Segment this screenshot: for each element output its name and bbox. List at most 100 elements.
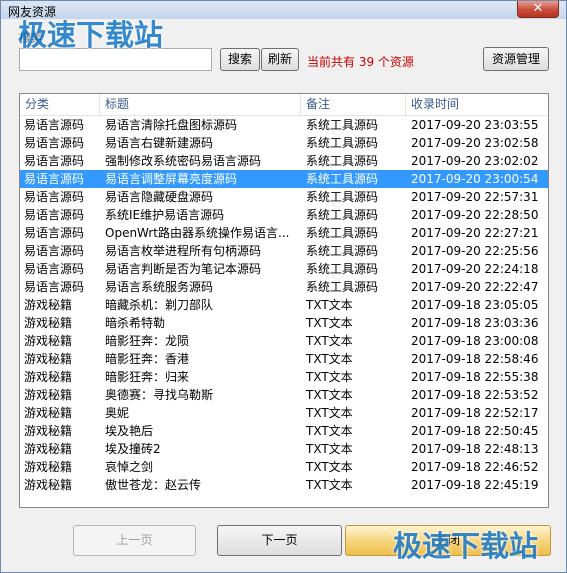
cell-time: 2017-09-20 22:22:47 (411, 280, 539, 294)
cell-category: 易语言源码 (24, 262, 85, 276)
table-row[interactable]: 游戏秘籍 埃及艳后 TXT文本 2017-09-18 22:50:45 (20, 422, 548, 440)
cell-category: 易语言源码 (24, 208, 85, 222)
cell-title: 易语言判断是否为笔记本源码 (105, 262, 262, 276)
cell-category: 游戏秘籍 (24, 316, 73, 330)
cell-category: 易语言源码 (24, 244, 85, 258)
resource-window: 网友资源 ✕ 搜索 搜索 刷新 当前共有 39 个资源 资源管理 分类 标题 备… (0, 0, 567, 573)
resource-manage-button[interactable]: 资源管理 (483, 47, 549, 71)
search-button[interactable]: 搜索 (220, 48, 260, 71)
table-row[interactable]: 游戏秘籍 暗影狂奔：龙陨 TXT文本 2017-09-18 23:00:08 (20, 332, 548, 350)
cell-time: 2017-09-18 23:03:36 (411, 316, 539, 330)
column-header-category[interactable]: 分类 (20, 94, 100, 115)
cell-title: 易语言系统服务源码 (105, 280, 214, 294)
table-row[interactable]: 易语言源码 易语言系统服务源码 系统工具源码 2017-09-20 22:22:47 (20, 278, 548, 296)
cell-category: 易语言源码 (24, 280, 85, 294)
next-page-button[interactable]: 下一页 (217, 525, 342, 556)
table-row[interactable]: 易语言源码 易语言调整屏幕亮度源码 系统工具源码 2017-09-20 23:00:5… (20, 170, 548, 188)
cell-category: 游戏秘籍 (24, 352, 73, 366)
table-row[interactable]: 易语言源码 易语言右键新建源码 系统工具源码 2017-09-20 23:02:58 (20, 134, 548, 152)
watermark-bottom: 极速下载站 (393, 529, 539, 563)
cell-note: 系统工具源码 (306, 136, 379, 150)
cell-note: TXT文本 (306, 352, 353, 366)
resource-list[interactable]: 分类 标题 备注 收录时间 易语言源码 易语言清除托盘图标源码 系统工具源码 2017… (19, 93, 549, 508)
cell-category: 游戏秘籍 (24, 388, 73, 402)
cell-note: 系统工具源码 (306, 262, 379, 276)
cell-note: 系统工具源码 (306, 208, 379, 222)
cell-title: 奥妮 (105, 406, 130, 420)
cell-title: 易语言调整屏幕亮度源码 (105, 172, 238, 186)
cell-note: TXT文本 (306, 334, 353, 348)
cell-title: 埃及撞砖2 (105, 442, 161, 456)
cell-time: 2017-09-18 22:55:38 (411, 370, 539, 384)
cell-category: 易语言源码 (24, 154, 85, 168)
cell-time: 2017-09-18 23:00:08 (411, 334, 539, 348)
cell-time: 2017-09-20 22:24:18 (411, 262, 539, 276)
cell-title: 暗藏杀机：剃刀部队 (105, 298, 214, 312)
table-row[interactable]: 游戏秘籍 暗影狂奔：归来 TXT文本 2017-09-18 22:55:38 (20, 368, 548, 386)
column-header-note[interactable]: 备注 (301, 94, 406, 115)
table-row[interactable]: 易语言源码 易语言清除托盘图标源码 系统工具源码 2017-09-20 23:03:5… (20, 116, 548, 134)
cell-category: 易语言源码 (24, 118, 85, 132)
resource-count-text: 当前共有 39 个资源 (307, 55, 414, 69)
table-row[interactable]: 易语言源码 易语言判断是否为笔记本源码 系统工具源码 2017-09-20 22:24… (20, 260, 548, 278)
cell-note: 系统工具源码 (306, 280, 379, 294)
cell-time: 2017-09-18 22:58:46 (411, 352, 539, 366)
table-row[interactable]: 易语言源码 易语言枚举进程所有句柄源码 系统工具源码 2017-09-20 22:25… (20, 242, 548, 260)
cell-time: 2017-09-20 23:02:02 (411, 154, 539, 168)
window-close-button[interactable]: ✕ (517, 1, 559, 18)
cell-note: TXT文本 (306, 298, 353, 312)
table-row[interactable]: 游戏秘籍 暗影狂奔：香港 TXT文本 2017-09-18 22:58:46 (20, 350, 548, 368)
column-header-time[interactable]: 收录时间 (406, 94, 548, 115)
cell-category: 游戏秘籍 (24, 460, 73, 474)
cell-category: 游戏秘籍 (24, 334, 73, 348)
table-row[interactable]: 游戏秘籍 暗杀希特勒 TXT文本 2017-09-18 23:03:36 (20, 314, 548, 332)
cell-title: 暗杀希特勒 (105, 316, 166, 330)
cell-time: 2017-09-18 22:52:17 (411, 406, 539, 420)
cell-title: 傲世苍龙：赵云传 (105, 478, 202, 492)
cell-title: 奥德赛：寻找乌勒斯 (105, 388, 214, 402)
table-row[interactable]: 游戏秘籍 哀悼之剑 TXT文本 2017-09-18 22:46:52 (20, 458, 548, 476)
cell-time: 2017-09-18 23:05:05 (411, 298, 539, 312)
cell-category: 易语言源码 (24, 226, 85, 240)
cell-title: 哀悼之剑 (105, 460, 154, 474)
table-row[interactable]: 游戏秘籍 埃及撞砖2 TXT文本 2017-09-18 22:48:13 (20, 440, 548, 458)
cell-time: 2017-09-20 23:03:55 (411, 118, 539, 132)
cell-note: 系统工具源码 (306, 226, 379, 240)
cell-note: 系统工具源码 (306, 118, 379, 132)
cell-category: 易语言源码 (24, 136, 85, 150)
watermark-top: 极速下载站 (18, 18, 164, 52)
cell-category: 游戏秘籍 (24, 424, 73, 438)
cell-title: 易语言隐藏硬盘源码 (105, 190, 214, 204)
cell-title: 易语言右键新建源码 (105, 136, 214, 150)
cell-category: 易语言源码 (24, 172, 85, 186)
cell-title: 易语言清除托盘图标源码 (105, 118, 238, 132)
close-icon: ✕ (532, 1, 544, 16)
prev-page-button[interactable]: 上一页 (73, 525, 196, 556)
cell-category: 易语言源码 (24, 190, 85, 204)
table-row[interactable]: 游戏秘籍 傲世苍龙：赵云传 TXT文本 2017-09-18 22:45:19 (20, 476, 548, 494)
cell-note: TXT文本 (306, 460, 353, 474)
cell-category: 游戏秘籍 (24, 478, 73, 492)
table-row[interactable]: 易语言源码 易语言隐藏硬盘源码 系统工具源码 2017-09-20 22:57:31 (20, 188, 548, 206)
cell-time: 2017-09-20 22:28:50 (411, 208, 539, 222)
table-row[interactable]: 易语言源码 强制修改系统密码易语言源码 系统工具源码 2017-09-20 23:0… (20, 152, 548, 170)
cell-category: 游戏秘籍 (24, 406, 73, 420)
table-row[interactable]: 易语言源码 系统IE维护易语言源码 系统工具源码 2017-09-20 22:28:5… (20, 206, 548, 224)
cell-time: 2017-09-20 22:57:31 (411, 190, 539, 204)
list-header: 分类 标题 备注 收录时间 (20, 94, 548, 116)
cell-title: 暗影狂奔：归来 (105, 370, 190, 384)
cell-title: 强制修改系统密码易语言源码 (105, 154, 262, 168)
table-row[interactable]: 游戏秘籍 奥德赛：寻找乌勒斯 TXT文本 2017-09-18 22:53:52 (20, 386, 548, 404)
cell-time: 2017-09-18 22:53:52 (411, 388, 539, 402)
table-row[interactable]: 游戏秘籍 暗藏杀机：剃刀部队 TXT文本 2017-09-18 23:05:05 (20, 296, 548, 314)
table-row[interactable]: 游戏秘籍 奥妮 TXT文本 2017-09-18 22:52:17 (20, 404, 548, 422)
cell-note: TXT文本 (306, 370, 353, 384)
cell-title: 埃及艳后 (105, 424, 154, 438)
cell-category: 游戏秘籍 (24, 298, 73, 312)
cell-note: TXT文本 (306, 478, 353, 492)
cell-title: OpenWrt路由器系统操作易语言... (105, 226, 290, 240)
refresh-button[interactable]: 刷新 (261, 48, 299, 71)
cell-note: TXT文本 (306, 424, 353, 438)
table-row[interactable]: 易语言源码 OpenWrt路由器系统操作易语言... 系统工具源码 2017-09-2… (20, 224, 548, 242)
column-header-title[interactable]: 标题 (100, 94, 301, 115)
